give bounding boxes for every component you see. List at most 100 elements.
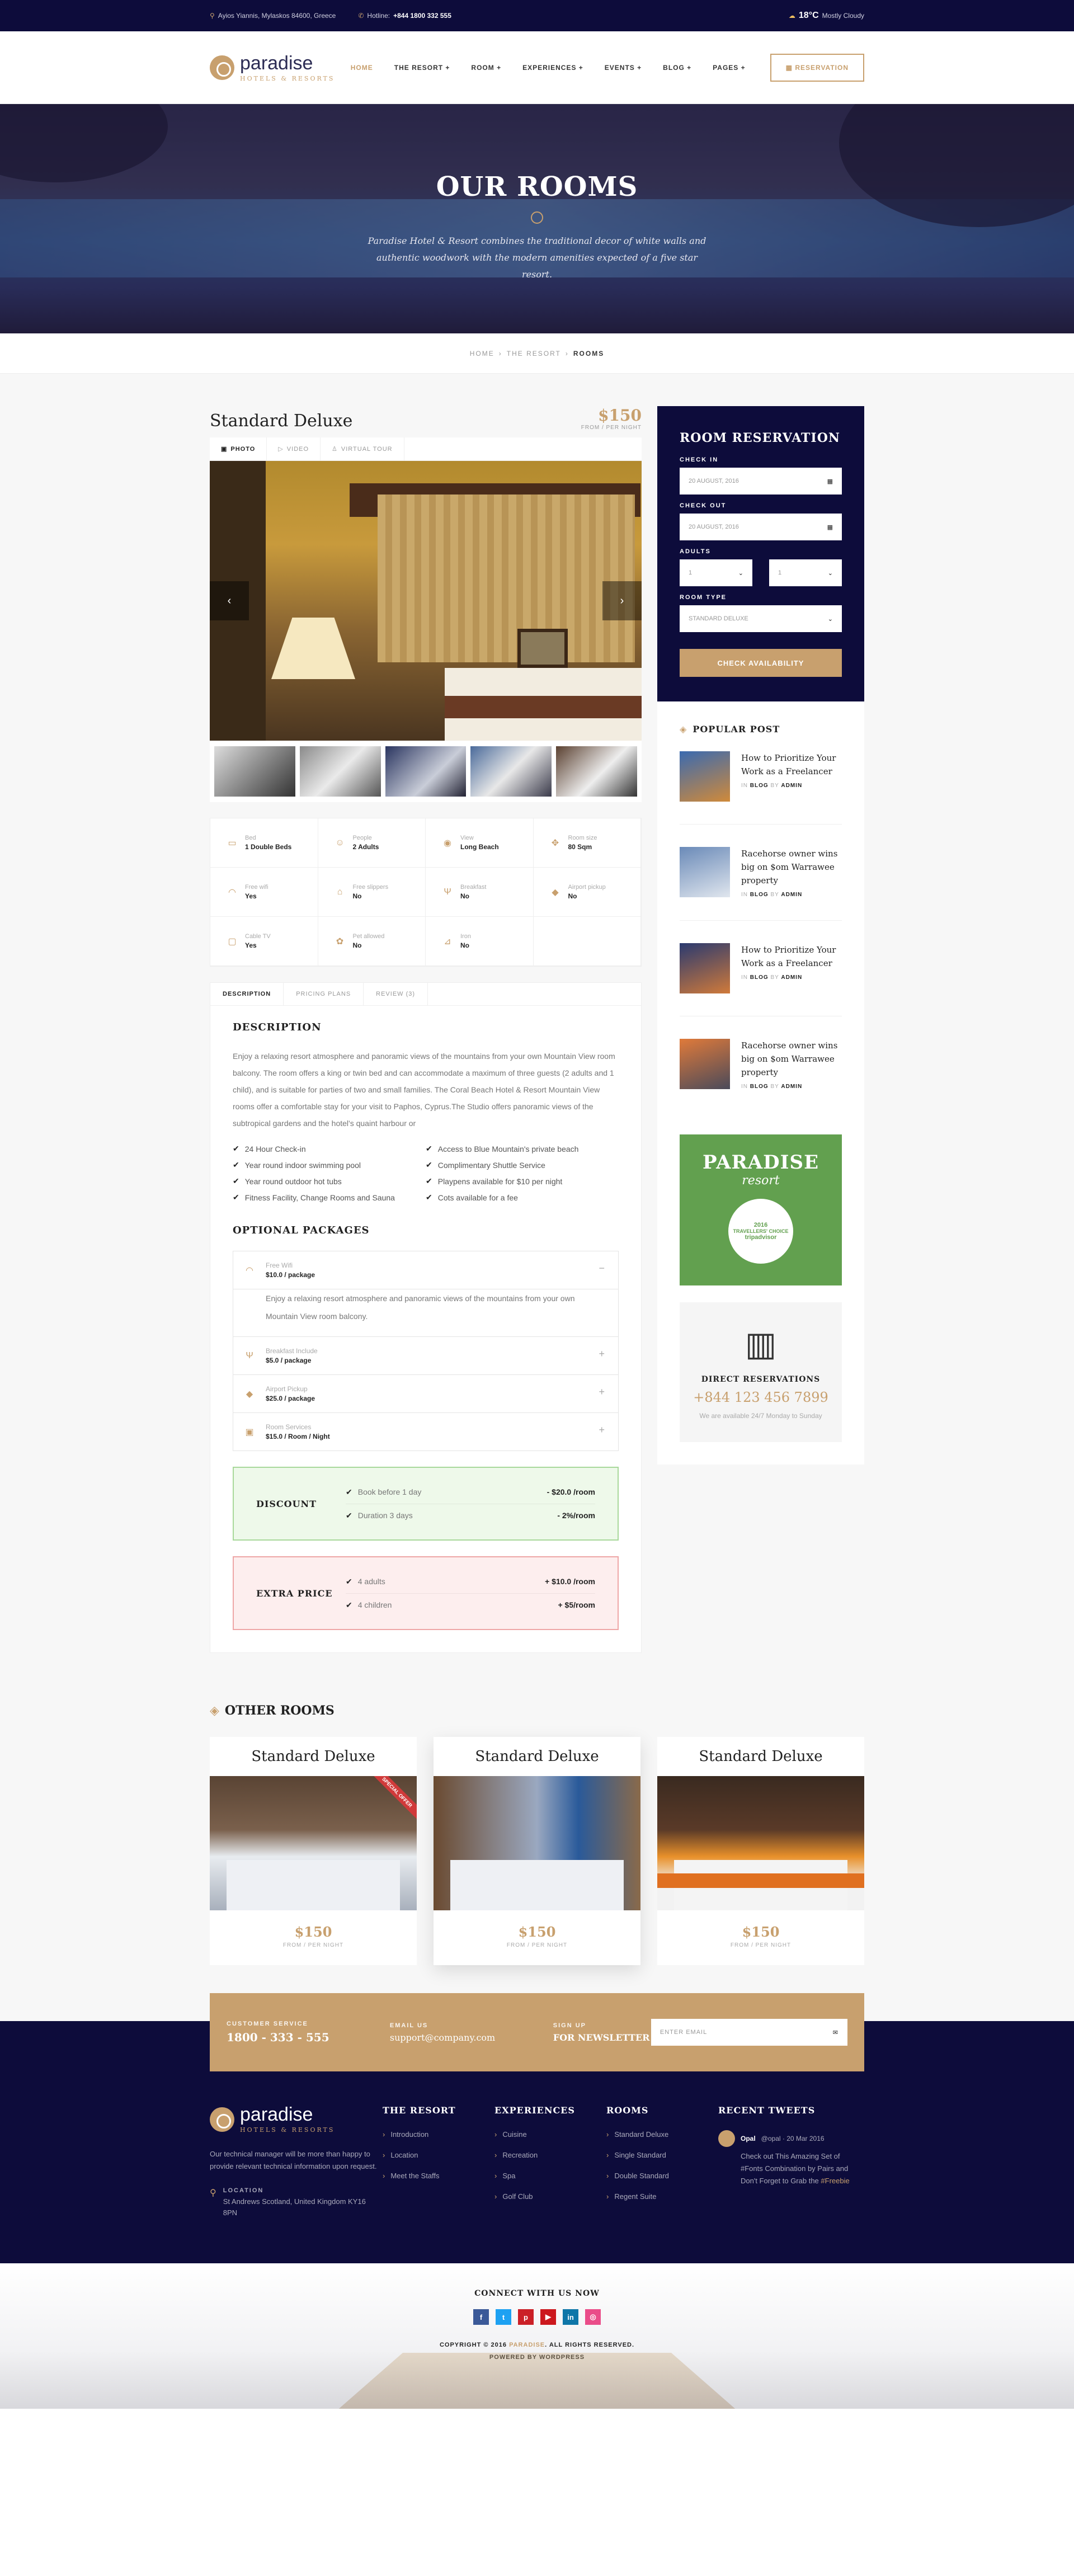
footer-link[interactable]: Regent Suite xyxy=(606,2192,718,2201)
post-thumbnail[interactable] xyxy=(680,751,730,802)
nav-experiences[interactable]: EXPERIENCES + xyxy=(522,64,583,72)
popular-post-item[interactable]: How to Prioritize Your Work as a Freelan… xyxy=(680,943,842,1016)
plus-icon[interactable]: + xyxy=(599,1386,605,1398)
check-icon: ✔ xyxy=(346,1576,352,1586)
prev-arrow-icon[interactable]: ‹ xyxy=(210,581,249,620)
tab-description[interactable]: DESCRIPTION xyxy=(210,983,284,1005)
post-title[interactable]: How to Prioritize Your Work as a Freelan… xyxy=(741,943,842,970)
post-title[interactable]: Racehorse owner wins big on $om Warrawee… xyxy=(741,847,842,887)
post-title[interactable]: Racehorse owner wins big on $om Warrawee… xyxy=(741,1039,842,1079)
check-icon: ✔ xyxy=(233,1176,239,1185)
amenity-item: ✿ Pet allowed No xyxy=(318,917,426,966)
post-thumbnail[interactable] xyxy=(680,1039,730,1089)
room-card[interactable]: Standard Deluxe $150 FROM / PER NIGHT xyxy=(657,1737,864,1965)
owl-icon: 2016 TRAVELLERS' CHOICE tripadvisor xyxy=(728,1199,793,1264)
envelope-icon[interactable]: ✉ xyxy=(833,2029,839,2036)
footer-column: THE RESORTIntroductionLocationMeet the S… xyxy=(383,2105,494,2219)
room-card-title[interactable]: Standard Deluxe xyxy=(434,1737,640,1776)
room-gallery: ▣ PHOTO ▷ VIDEO ♙ VIRTUAL TOUR ‹ › xyxy=(210,437,642,802)
tab-pricing-plans[interactable]: PRICING PLANS xyxy=(284,983,364,1005)
tab-review[interactable]: REVIEW (3) xyxy=(364,983,428,1005)
post-thumbnail[interactable] xyxy=(680,943,730,993)
breadcrumb-home[interactable]: HOME xyxy=(470,350,494,357)
service-icon: ▣ xyxy=(245,1427,254,1437)
check-in-field[interactable]: 20 AUGUST, 2016 ▦ xyxy=(680,468,842,495)
reservation-button[interactable]: ▦ RESERVATION xyxy=(770,54,864,82)
nav-pages[interactable]: PAGES + xyxy=(713,64,745,72)
room-card-title[interactable]: Standard Deluxe xyxy=(657,1737,864,1776)
room-card-image[interactable] xyxy=(434,1776,640,1910)
room-card[interactable]: Standard Deluxe $150 FROM / PER NIGHT xyxy=(434,1737,640,1965)
nav-events[interactable]: EVENTS + xyxy=(605,64,642,72)
nav-room[interactable]: ROOM + xyxy=(471,64,501,72)
minus-icon[interactable]: − xyxy=(599,1263,605,1274)
room-card[interactable]: Standard Deluxe SPECIAL OFFER $150 FROM / P… xyxy=(210,1737,417,1965)
nav-home[interactable]: HOME xyxy=(351,64,373,72)
thumbnail[interactable] xyxy=(385,746,467,797)
thumbnail[interactable] xyxy=(299,746,381,797)
direct-phone[interactable]: +844 123 456 7899 xyxy=(691,1390,831,1405)
facebook-icon[interactable]: f xyxy=(473,2309,489,2325)
package-item[interactable]: ◆ Airport Pickup $25.0 / package + xyxy=(233,1375,618,1413)
pinterest-icon[interactable]: p xyxy=(518,2309,534,2325)
amenities-grid: ▭ Bed 1 Double Beds ☺ People 2 Adults ◉ View Lon… xyxy=(210,818,642,967)
popular-post-item[interactable]: Racehorse owner wins big on $om Warrawee… xyxy=(680,847,842,921)
gallery-tab-photo[interactable]: ▣ PHOTO xyxy=(210,437,267,460)
footer-link[interactable]: Standard Deluxe xyxy=(606,2130,718,2139)
footer-link[interactable]: Spa xyxy=(494,2172,606,2180)
wifi-icon: ◠ xyxy=(228,887,236,897)
room-card-title[interactable]: Standard Deluxe xyxy=(210,1737,417,1776)
tweet-hashtag[interactable]: #Freebie xyxy=(821,2177,849,2185)
tripadvisor-badge[interactable]: PARADISE resort 2016 TRAVELLERS' CHOICE tr… xyxy=(680,1134,842,1285)
twitter-icon[interactable]: t xyxy=(496,2309,511,2325)
footer-link[interactable]: Golf Club xyxy=(494,2192,606,2201)
adults-select[interactable]: 1 ⌄ xyxy=(680,559,752,586)
check-icon: ✔ xyxy=(233,1193,239,1202)
footer-link[interactable]: Double Standard xyxy=(606,2172,718,2180)
special-offer-ribbon: SPECIAL OFFER xyxy=(368,1776,417,1822)
support-email[interactable]: support@company.com xyxy=(390,2032,553,2043)
direct-reservations: ▥ DIRECT RESERVATIONS +844 123 456 7899 … xyxy=(680,1302,842,1442)
feature-item: ✔ Access to Blue Mountain's private beach xyxy=(426,1144,579,1153)
nav-the-resort[interactable]: THE RESORT + xyxy=(394,64,450,72)
linkedin-icon[interactable]: in xyxy=(563,2309,578,2325)
thumbnail[interactable] xyxy=(214,746,295,797)
gallery-tab-virtual-tour[interactable]: ♙ VIRTUAL TOUR xyxy=(321,437,404,460)
car-icon: ◆ xyxy=(246,1389,253,1399)
next-arrow-icon[interactable]: › xyxy=(602,581,642,620)
room-card-image[interactable] xyxy=(657,1776,864,1910)
nav-blog[interactable]: BLOG + xyxy=(663,64,691,72)
plus-icon[interactable]: + xyxy=(599,1424,605,1436)
gallery-tab-video[interactable]: ▷ VIDEO xyxy=(267,437,321,460)
newsletter-email-input[interactable]: ENTER EMAIL ✉ xyxy=(651,2019,847,2046)
post-thumbnail[interactable] xyxy=(680,847,730,897)
thumbnail[interactable] xyxy=(556,746,637,797)
post-title[interactable]: How to Prioritize Your Work as a Freelan… xyxy=(741,751,842,778)
discount-row: ✔ Book before 1 day - $20.0 /room xyxy=(346,1481,595,1504)
package-item[interactable]: Ψ Breakfast Include $5.0 / package + xyxy=(233,1337,618,1375)
footer-link[interactable]: Single Standard xyxy=(606,2151,718,2159)
package-item[interactable]: ◠ Free Wifi $10.0 / package − xyxy=(233,1251,618,1289)
thumbnail[interactable] xyxy=(470,746,552,797)
popular-post-item[interactable]: Racehorse owner wins big on $om Warrawee… xyxy=(680,1039,842,1112)
plus-icon[interactable]: + xyxy=(599,1348,605,1360)
footer-logo[interactable]: paradise HOTELS & RESORTS xyxy=(210,2105,378,2134)
room-card-image[interactable]: SPECIAL OFFER xyxy=(210,1776,417,1910)
youtube-icon[interactable]: ▶ xyxy=(540,2309,556,2325)
hotline-number[interactable]: +844 1800 332 555 xyxy=(393,12,451,20)
package-item[interactable]: ▣ Room Services $15.0 / Room / Night + xyxy=(233,1413,618,1451)
popular-post-item[interactable]: How to Prioritize Your Work as a Freelan… xyxy=(680,751,842,825)
footer-link[interactable]: Introduction xyxy=(383,2130,494,2139)
dribbble-icon[interactable]: ◎ xyxy=(585,2309,601,2325)
footer-link[interactable]: Recreation xyxy=(494,2151,606,2159)
room-type-select[interactable]: STANDARD DELUXE ⌄ xyxy=(680,605,842,632)
check-out-field[interactable]: 20 AUGUST, 2016 ▦ xyxy=(680,514,842,540)
reservation-form: ROOM RESERVATION CHECK IN 20 AUGUST, 201… xyxy=(657,406,864,701)
footer-link[interactable]: Meet the Staffs xyxy=(383,2172,494,2180)
footer-link[interactable]: Location xyxy=(383,2151,494,2159)
footer-link[interactable]: Cuisine xyxy=(494,2130,606,2139)
breadcrumb-resort[interactable]: THE RESORT xyxy=(507,350,561,357)
children-select[interactable]: 1 ⌄ xyxy=(769,559,842,586)
check-availability-button[interactable]: CHECK AVAILABILITY xyxy=(680,649,842,677)
logo[interactable]: paradise HOTELS & RESORTS xyxy=(210,54,335,82)
